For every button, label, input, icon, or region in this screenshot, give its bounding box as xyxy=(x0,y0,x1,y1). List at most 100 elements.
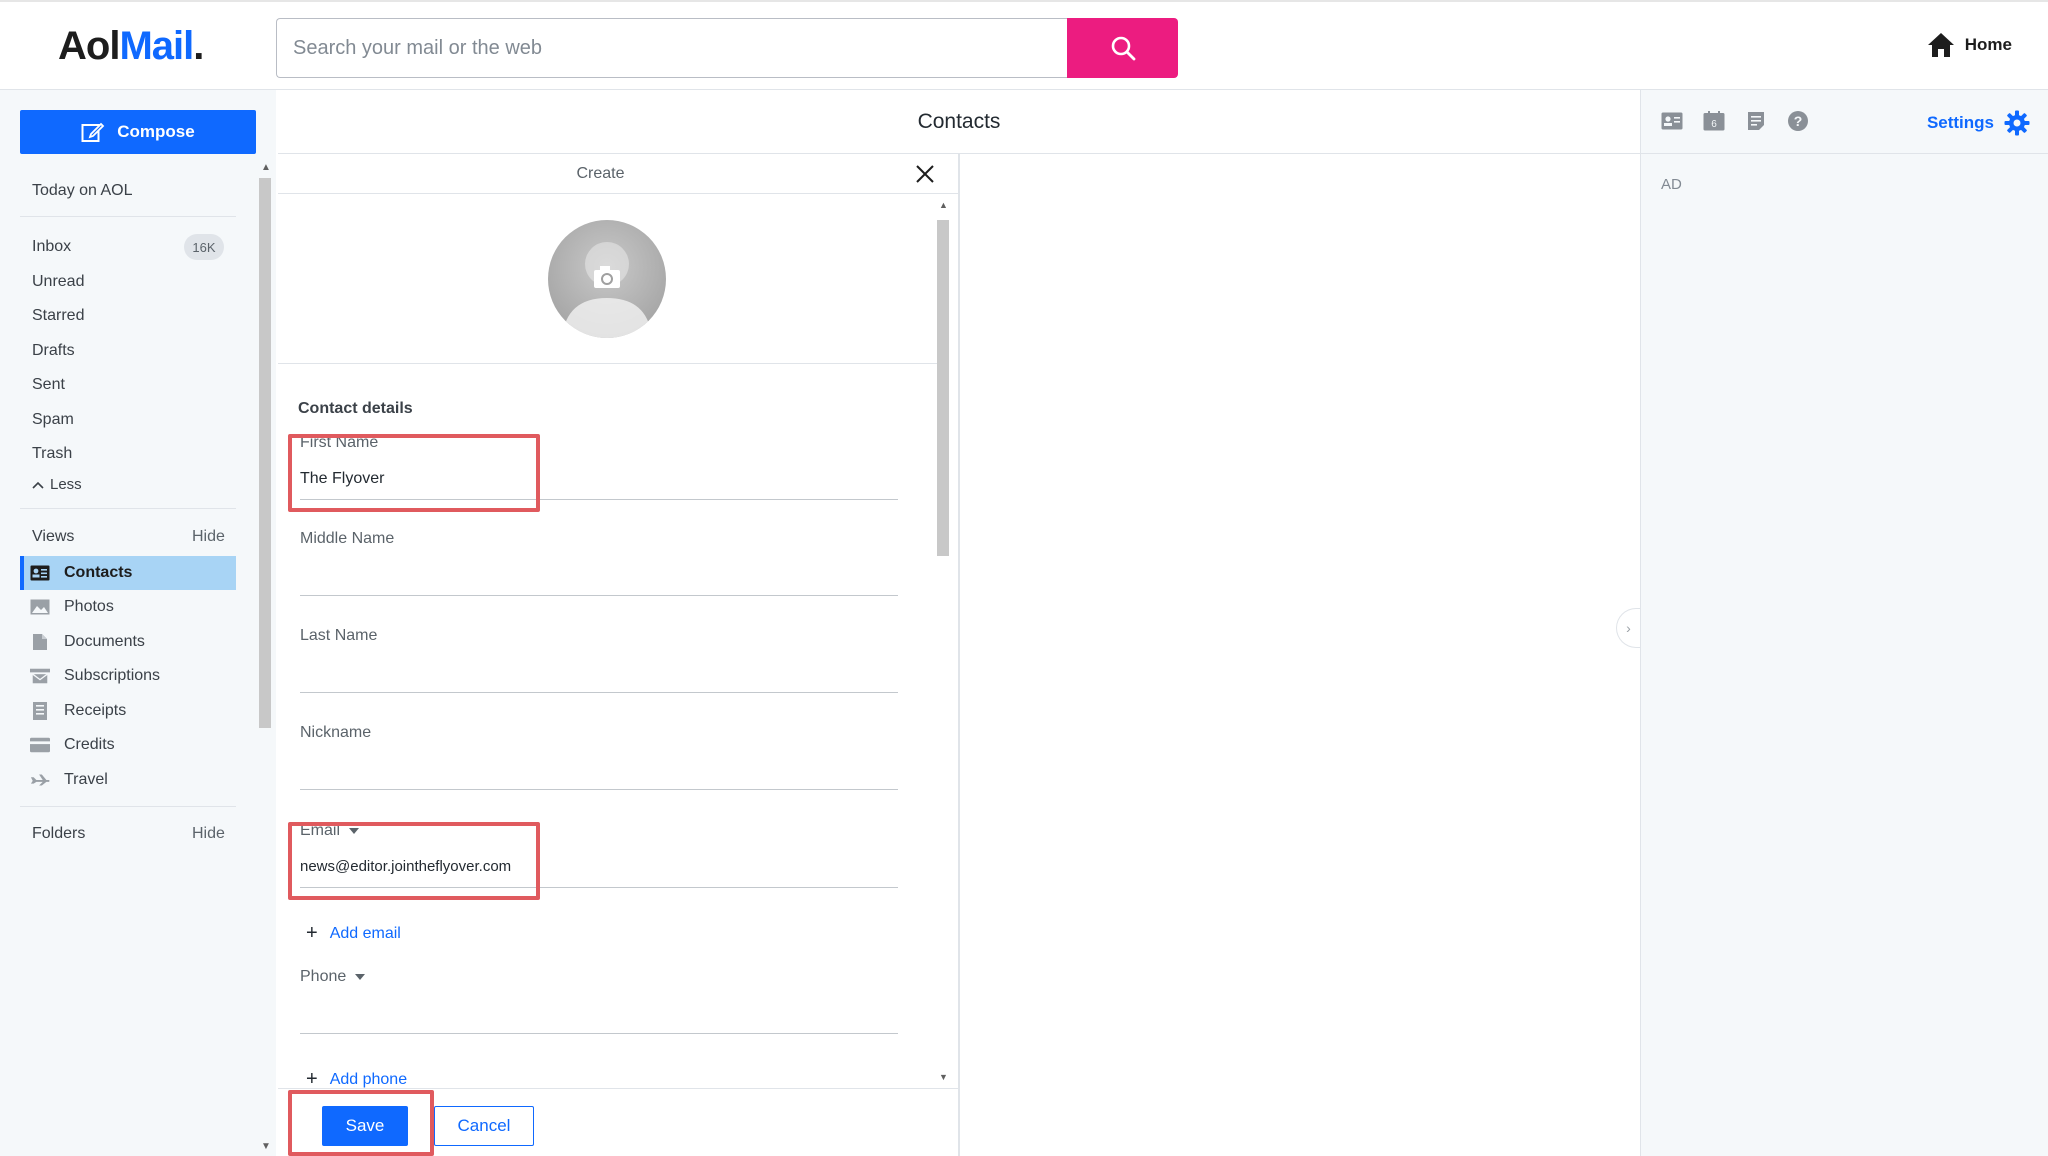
chevron-up-icon xyxy=(32,481,44,489)
home-link[interactable]: Home xyxy=(1927,32,2012,58)
right-rail: 6 ? Settings AD xyxy=(1640,90,2048,1156)
receipts-icon xyxy=(30,702,50,720)
create-panel-scrollbar[interactable]: ▲ ▼ xyxy=(936,198,950,1084)
travel-icon xyxy=(30,772,50,788)
view-item-credits[interactable]: Credits xyxy=(20,728,236,762)
view-item-subscriptions[interactable]: Subscriptions xyxy=(20,659,236,693)
folders-section-label: Folders xyxy=(32,825,86,842)
nickname-input[interactable] xyxy=(300,760,890,778)
view-item-photos[interactable]: Photos xyxy=(20,590,236,624)
plus-icon: + xyxy=(306,922,318,944)
email-type-dropdown[interactable]: Email xyxy=(300,822,360,840)
chevron-down-icon xyxy=(349,828,360,834)
sidebar-item-inbox[interactable]: Inbox xyxy=(32,238,71,256)
compose-label: Compose xyxy=(117,122,195,141)
ad-label: AD xyxy=(1661,176,1682,193)
sidebar-item-spam[interactable]: Spam xyxy=(32,411,74,429)
chevron-right-icon: › xyxy=(1626,620,1631,636)
header: AolMail. Home xyxy=(0,0,2048,90)
create-panel-header: Create xyxy=(278,154,958,194)
add-email-link[interactable]: + Add email xyxy=(306,922,401,945)
collapse-rail-handle[interactable]: › xyxy=(1616,608,1640,648)
photos-icon xyxy=(30,599,50,615)
views-hide-toggle[interactable]: Hide xyxy=(192,528,225,546)
contact-avatar-upload[interactable] xyxy=(548,220,666,338)
sidebar: Compose Today on AOL Inbox 16K Unread St… xyxy=(0,90,276,1156)
folders-hide-toggle[interactable]: Hide xyxy=(192,825,225,843)
scroll-down-arrow-icon[interactable]: ▼ xyxy=(939,1072,948,1082)
sidebar-item-drafts[interactable]: Drafts xyxy=(32,342,75,360)
middle-name-field[interactable]: Middle Name xyxy=(300,520,898,596)
cancel-button[interactable]: Cancel xyxy=(434,1106,534,1146)
svg-text:?: ? xyxy=(1794,113,1803,129)
sidebar-scroll-thumb[interactable] xyxy=(259,178,271,728)
contact-details-heading: Contact details xyxy=(298,400,413,417)
scroll-up-arrow-icon[interactable]: ▲ xyxy=(939,200,948,210)
search-button[interactable] xyxy=(1067,18,1178,78)
chevron-down-icon xyxy=(355,974,366,980)
create-contact-panel: Create Contact details First Name Middle… xyxy=(278,154,960,1156)
sidebar-item-today-on-aol[interactable]: Today on AOL xyxy=(32,182,133,200)
compose-icon xyxy=(81,122,105,142)
search-icon xyxy=(1111,36,1135,61)
sidebar-divider xyxy=(20,806,236,807)
sidebar-item-trash[interactable]: Trash xyxy=(32,445,72,463)
search-input[interactable] xyxy=(276,18,1068,78)
camera-icon xyxy=(562,242,652,338)
svg-text:6: 6 xyxy=(1711,119,1717,130)
email-field[interactable]: Email xyxy=(300,812,898,888)
help-icon[interactable]: ? xyxy=(1787,110,1809,132)
last-name-input[interactable] xyxy=(300,663,890,681)
settings-button[interactable]: Settings xyxy=(1927,110,2030,136)
page-title: Contacts xyxy=(278,90,1640,154)
settings-label: Settings xyxy=(1926,113,1994,132)
notepad-icon[interactable] xyxy=(1745,110,1767,132)
view-item-receipts[interactable]: Receipts xyxy=(20,694,236,728)
sidebar-less-toggle[interactable]: Less xyxy=(32,476,82,493)
sidebar-divider xyxy=(20,508,236,509)
home-icon xyxy=(1927,33,1954,57)
documents-icon xyxy=(30,634,50,650)
phone-field[interactable]: Phone xyxy=(300,958,898,1034)
contacts-card-icon[interactable] xyxy=(1661,110,1683,132)
nickname-label: Nickname xyxy=(300,724,372,741)
view-item-travel[interactable]: Travel xyxy=(20,763,236,797)
first-name-input[interactable] xyxy=(300,470,890,488)
phone-input[interactable] xyxy=(300,1004,890,1022)
calendar-icon[interactable]: 6 xyxy=(1703,110,1725,132)
view-item-contacts[interactable]: Contacts xyxy=(20,556,236,590)
middle-name-label: Middle Name xyxy=(300,530,395,547)
credits-icon xyxy=(30,737,50,753)
rail-toolbar: 6 ? Settings xyxy=(1641,90,2048,154)
sidebar-item-unread[interactable]: Unread xyxy=(32,273,84,291)
contacts-icon xyxy=(30,565,50,581)
last-name-label: Last Name xyxy=(300,627,378,644)
gear-icon xyxy=(2004,110,2030,136)
inbox-count-badge: 16K xyxy=(184,234,224,260)
views-section-label: Views xyxy=(32,528,75,545)
first-name-label: First Name xyxy=(300,434,379,451)
scroll-down-arrow-icon[interactable]: ▼ xyxy=(261,1141,271,1152)
compose-button[interactable]: Compose xyxy=(20,110,256,154)
nickname-field[interactable]: Nickname xyxy=(300,714,898,790)
email-input[interactable] xyxy=(300,858,890,875)
sidebar-divider xyxy=(20,216,236,217)
create-panel-title: Create xyxy=(576,165,625,182)
home-label: Home xyxy=(1964,35,2012,54)
phone-type-dropdown[interactable]: Phone xyxy=(300,968,366,986)
sidebar-scrollbar[interactable]: ▲ ▼ xyxy=(258,162,272,1152)
aol-mail-logo[interactable]: AolMail. xyxy=(58,24,204,69)
sidebar-item-sent[interactable]: Sent xyxy=(32,376,65,394)
create-panel-footer: Save Cancel xyxy=(278,1088,958,1156)
close-icon[interactable] xyxy=(913,162,937,186)
subscriptions-icon xyxy=(30,668,50,684)
avatar-area xyxy=(278,194,938,364)
sidebar-item-starred[interactable]: Starred xyxy=(32,307,84,325)
last-name-field[interactable]: Last Name xyxy=(300,617,898,693)
middle-name-input[interactable] xyxy=(300,566,890,584)
create-panel-scroll-thumb[interactable] xyxy=(937,220,949,556)
scroll-up-arrow-icon[interactable]: ▲ xyxy=(261,162,271,173)
view-item-documents[interactable]: Documents xyxy=(20,625,236,659)
first-name-field[interactable]: First Name xyxy=(300,424,898,500)
save-button[interactable]: Save xyxy=(322,1106,408,1146)
